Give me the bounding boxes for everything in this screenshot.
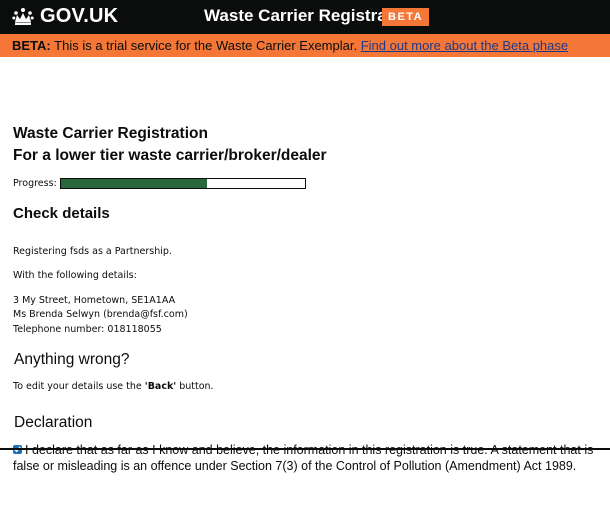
- next-section-heading-cutoff: [13, 497, 313, 509]
- edit-instructions: To edit your details use the 'Back' butt…: [13, 381, 214, 392]
- edit-prefix: To edit your details use the: [13, 381, 145, 392]
- anything-wrong-heading: Anything wrong?: [14, 351, 130, 368]
- edit-suffix: button.: [176, 381, 214, 392]
- telephone-text: Telephone number: 018118055: [13, 324, 162, 335]
- page-subtitle: For a lower tier waste carrier/broker/de…: [13, 147, 327, 164]
- logo-text: GOV.UK: [40, 5, 119, 27]
- declaration-row: I declare that as far as I know and beli…: [13, 442, 598, 474]
- registering-text: Registering fsds as a Partnership.: [13, 246, 172, 257]
- site-header: GOV.UK Waste Carrier Registration BETA: [0, 0, 610, 34]
- progress-fill: [60, 179, 208, 188]
- check-details-heading: Check details: [13, 205, 110, 222]
- govuk-logo[interactable]: GOV.UK: [12, 5, 118, 28]
- back-label: 'Back': [144, 381, 177, 392]
- phase-banner: BETA: This is a trial service for the Wa…: [0, 34, 610, 57]
- address-text: 3 My Street, Hometown, SE1A1AA: [13, 295, 176, 306]
- crown-icon: [12, 8, 34, 25]
- beta-info-link[interactable]: Find out more about the Beta phase: [361, 38, 568, 53]
- phase-banner-label: BETA:: [12, 38, 51, 53]
- progress-label: Progress:: [13, 178, 57, 189]
- contact-text: Ms Brenda Selwyn (brenda@fsf.com): [13, 309, 188, 320]
- phase-banner-text: This is a trial service for the Waste Ca…: [50, 38, 361, 53]
- progress-bar: [59, 178, 306, 189]
- following-details-text: With the following details:: [13, 270, 137, 281]
- declaration-heading: Declaration: [14, 414, 93, 431]
- page-title: Waste Carrier Registration: [13, 125, 208, 142]
- progress-indicator: Progress:: [13, 178, 306, 189]
- phase-tag: BETA: [382, 8, 430, 26]
